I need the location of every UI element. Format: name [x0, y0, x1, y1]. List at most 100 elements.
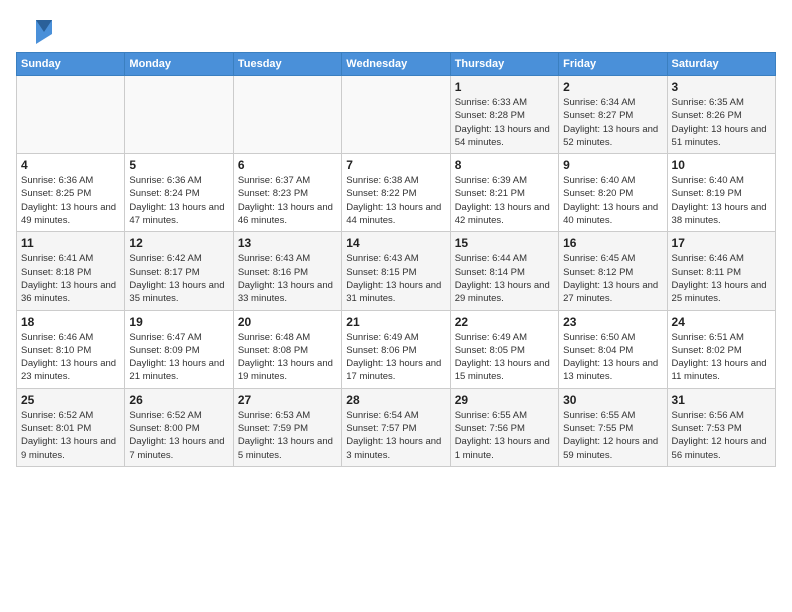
week-row-4: 18 Sunrise: 6:46 AM Sunset: 8:10 PM Dayli… — [17, 310, 776, 388]
day-number: 11 — [21, 236, 120, 250]
day-cell — [342, 76, 450, 154]
day-info: Sunrise: 6:36 AM Sunset: 8:25 PM Dayligh… — [21, 174, 120, 227]
day-cell: 11 Sunrise: 6:41 AM Sunset: 8:18 PM Dayli… — [17, 232, 125, 310]
day-cell: 16Sunrise: 6:45 AM Sunset: 8:12 PM Dayli… — [559, 232, 667, 310]
day-number: 29 — [455, 393, 554, 407]
day-info: Sunrise: 6:35 AM Sunset: 8:26 PM Dayligh… — [672, 96, 771, 149]
day-number: 24 — [672, 315, 771, 329]
day-cell: 22 Sunrise: 6:49 AM Sunset: 8:05 PM Dayli… — [450, 310, 558, 388]
day-info: Sunrise: 6:43 AM Sunset: 8:15 PM Dayligh… — [346, 252, 445, 305]
day-info: Sunrise: 6:46 AM Sunset: 8:10 PM Dayligh… — [21, 331, 120, 384]
day-number: 19 — [129, 315, 228, 329]
week-row-2: 4 Sunrise: 6:36 AM Sunset: 8:25 PM Daylig… — [17, 154, 776, 232]
day-cell: 8 Sunrise: 6:39 AM Sunset: 8:21 PM Daylig… — [450, 154, 558, 232]
day-info: Sunrise: 6:47 AM Sunset: 8:09 PM Dayligh… — [129, 331, 228, 384]
day-number: 23 — [563, 315, 662, 329]
day-number: 6 — [238, 158, 337, 172]
day-number: 10 — [672, 158, 771, 172]
week-row-3: 11 Sunrise: 6:41 AM Sunset: 8:18 PM Dayli… — [17, 232, 776, 310]
day-cell: 10 Sunrise: 6:40 AM Sunset: 8:19 PM Dayli… — [667, 154, 775, 232]
day-info: Sunrise: 6:51 AM Sunset: 8:02 PM Dayligh… — [672, 331, 771, 384]
day-cell: 9 Sunrise: 6:40 AM Sunset: 8:20 PM Daylig… — [559, 154, 667, 232]
day-cell: 21 Sunrise: 6:49 AM Sunset: 8:06 PM Dayli… — [342, 310, 450, 388]
day-cell: 3Sunrise: 6:35 AM Sunset: 8:26 PM Daylig… — [667, 76, 775, 154]
day-info: Sunrise: 6:34 AM Sunset: 8:27 PM Dayligh… — [563, 96, 662, 149]
day-number: 21 — [346, 315, 445, 329]
day-cell: 26 Sunrise: 6:52 AM Sunset: 8:00 PM Dayli… — [125, 388, 233, 466]
day-cell — [125, 76, 233, 154]
day-cell: 31 Sunrise: 6:56 AM Sunset: 7:53 PM Dayli… — [667, 388, 775, 466]
day-number: 2 — [563, 80, 662, 94]
day-cell: 7 Sunrise: 6:38 AM Sunset: 8:22 PM Daylig… — [342, 154, 450, 232]
day-info: Sunrise: 6:56 AM Sunset: 7:53 PM Dayligh… — [672, 409, 771, 462]
header — [16, 16, 776, 44]
day-cell: 30 Sunrise: 6:55 AM Sunset: 7:55 PM Dayli… — [559, 388, 667, 466]
day-number: 1 — [455, 80, 554, 94]
day-info: Sunrise: 6:49 AM Sunset: 8:05 PM Dayligh… — [455, 331, 554, 384]
day-info: Sunrise: 6:42 AM Sunset: 8:17 PM Dayligh… — [129, 252, 228, 305]
day-number: 12 — [129, 236, 228, 250]
day-info: Sunrise: 6:55 AM Sunset: 7:56 PM Dayligh… — [455, 409, 554, 462]
header-saturday: Saturday — [667, 53, 775, 76]
day-info: Sunrise: 6:48 AM Sunset: 8:08 PM Dayligh… — [238, 331, 337, 384]
day-number: 18 — [21, 315, 120, 329]
day-cell: 4 Sunrise: 6:36 AM Sunset: 8:25 PM Daylig… — [17, 154, 125, 232]
day-number: 20 — [238, 315, 337, 329]
header-wednesday: Wednesday — [342, 53, 450, 76]
day-info: Sunrise: 6:53 AM Sunset: 7:59 PM Dayligh… — [238, 409, 337, 462]
day-info: Sunrise: 6:41 AM Sunset: 8:18 PM Dayligh… — [21, 252, 120, 305]
day-cell: 29 Sunrise: 6:55 AM Sunset: 7:56 PM Dayli… — [450, 388, 558, 466]
day-number: 7 — [346, 158, 445, 172]
day-number: 9 — [563, 158, 662, 172]
day-info: Sunrise: 6:33 AM Sunset: 8:28 PM Dayligh… — [455, 96, 554, 149]
day-cell: 1 Sunrise: 6:33 AM Sunset: 8:28 PM Daylig… — [450, 76, 558, 154]
day-info: Sunrise: 6:38 AM Sunset: 8:22 PM Dayligh… — [346, 174, 445, 227]
week-row-5: 25 Sunrise: 6:52 AM Sunset: 8:01 PM Dayli… — [17, 388, 776, 466]
day-cell: 5 Sunrise: 6:36 AM Sunset: 8:24 PM Daylig… — [125, 154, 233, 232]
day-info: Sunrise: 6:55 AM Sunset: 7:55 PM Dayligh… — [563, 409, 662, 462]
day-info: Sunrise: 6:49 AM Sunset: 8:06 PM Dayligh… — [346, 331, 445, 384]
calendar-table: SundayMondayTuesdayWednesdayThursdayFrid… — [16, 52, 776, 467]
day-number: 16 — [563, 236, 662, 250]
day-number: 8 — [455, 158, 554, 172]
day-info: Sunrise: 6:40 AM Sunset: 8:20 PM Dayligh… — [563, 174, 662, 227]
day-cell: 25 Sunrise: 6:52 AM Sunset: 8:01 PM Dayli… — [17, 388, 125, 466]
logo — [16, 16, 56, 44]
day-cell: 20 Sunrise: 6:48 AM Sunset: 8:08 PM Dayli… — [233, 310, 341, 388]
day-cell: 14 Sunrise: 6:43 AM Sunset: 8:15 PM Dayli… — [342, 232, 450, 310]
day-info: Sunrise: 6:46 AM Sunset: 8:11 PM Dayligh… — [672, 252, 771, 305]
day-cell: 19 Sunrise: 6:47 AM Sunset: 8:09 PM Dayli… — [125, 310, 233, 388]
day-cell: 27 Sunrise: 6:53 AM Sunset: 7:59 PM Dayli… — [233, 388, 341, 466]
day-number: 4 — [21, 158, 120, 172]
day-number: 13 — [238, 236, 337, 250]
day-info: Sunrise: 6:52 AM Sunset: 8:01 PM Dayligh… — [21, 409, 120, 462]
calendar-header-row: SundayMondayTuesdayWednesdayThursdayFrid… — [17, 53, 776, 76]
header-monday: Monday — [125, 53, 233, 76]
day-info: Sunrise: 6:39 AM Sunset: 8:21 PM Dayligh… — [455, 174, 554, 227]
day-info: Sunrise: 6:54 AM Sunset: 7:57 PM Dayligh… — [346, 409, 445, 462]
day-number: 5 — [129, 158, 228, 172]
day-info: Sunrise: 6:52 AM Sunset: 8:00 PM Dayligh… — [129, 409, 228, 462]
day-number: 26 — [129, 393, 228, 407]
day-number: 30 — [563, 393, 662, 407]
day-cell: 17Sunrise: 6:46 AM Sunset: 8:11 PM Dayli… — [667, 232, 775, 310]
day-info: Sunrise: 6:36 AM Sunset: 8:24 PM Dayligh… — [129, 174, 228, 227]
day-info: Sunrise: 6:43 AM Sunset: 8:16 PM Dayligh… — [238, 252, 337, 305]
header-thursday: Thursday — [450, 53, 558, 76]
day-number: 25 — [21, 393, 120, 407]
day-info: Sunrise: 6:37 AM Sunset: 8:23 PM Dayligh… — [238, 174, 337, 227]
day-cell: 15Sunrise: 6:44 AM Sunset: 8:14 PM Dayli… — [450, 232, 558, 310]
day-number: 22 — [455, 315, 554, 329]
day-number: 14 — [346, 236, 445, 250]
day-cell: 12 Sunrise: 6:42 AM Sunset: 8:17 PM Dayli… — [125, 232, 233, 310]
header-tuesday: Tuesday — [233, 53, 341, 76]
day-info: Sunrise: 6:40 AM Sunset: 8:19 PM Dayligh… — [672, 174, 771, 227]
day-number: 28 — [346, 393, 445, 407]
day-number: 27 — [238, 393, 337, 407]
day-cell: 28 Sunrise: 6:54 AM Sunset: 7:57 PM Dayli… — [342, 388, 450, 466]
day-number: 31 — [672, 393, 771, 407]
day-cell: 6 Sunrise: 6:37 AM Sunset: 8:23 PM Daylig… — [233, 154, 341, 232]
logo-icon — [16, 16, 52, 44]
day-info: Sunrise: 6:44 AM Sunset: 8:14 PM Dayligh… — [455, 252, 554, 305]
header-friday: Friday — [559, 53, 667, 76]
